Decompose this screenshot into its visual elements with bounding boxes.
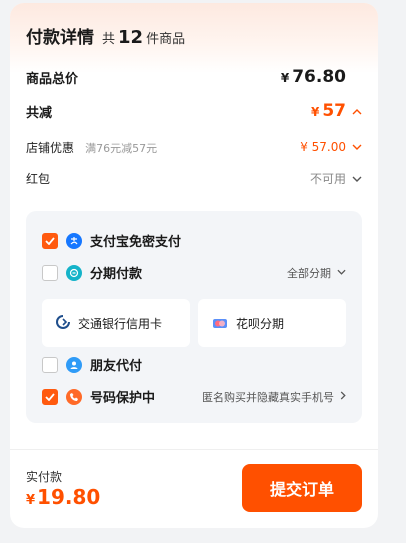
- chevron-down-icon[interactable]: [352, 140, 362, 153]
- total-price-row: 商品总价 ¥76.80: [26, 67, 362, 87]
- actual-pay-label: 实付款: [26, 470, 63, 484]
- payment-option-alipay[interactable]: 支付宝免密支付: [42, 231, 346, 250]
- bocom-icon: [56, 314, 70, 333]
- installment-card-bocom[interactable]: 交通银行信用卡: [42, 299, 190, 347]
- chevron-up-icon[interactable]: [352, 105, 362, 118]
- shop-discount-left: 店铺优惠 满76元减57元: [26, 137, 157, 156]
- alipay-checkbox[interactable]: [42, 232, 58, 249]
- footer-divider: [10, 449, 378, 450]
- installment-checkbox[interactable]: [42, 264, 58, 281]
- total-amount: 76.80: [292, 67, 346, 87]
- item-count: 12: [118, 27, 144, 48]
- shop-discount-row[interactable]: 店铺优惠 满76元减57元 ¥ 57.00: [26, 137, 362, 156]
- chevron-right-icon: [340, 390, 346, 403]
- chevron-down-icon: [337, 267, 346, 278]
- payment-option-installment[interactable]: 分期付款 全部分期: [42, 263, 346, 282]
- phone-protect-checkbox[interactable]: [42, 388, 58, 405]
- friend-pay-checkbox[interactable]: [42, 356, 58, 373]
- phone-protect-detail[interactable]: 匿名购买并隐藏真实手机号: [202, 389, 346, 405]
- installment-icon: [66, 264, 82, 281]
- alipay-icon: [66, 232, 82, 249]
- redpack-right: 不可用: [310, 170, 362, 187]
- total-currency: ¥: [280, 71, 290, 85]
- total-price-value: ¥76.80: [281, 67, 346, 87]
- item-count-prefix: 共: [102, 32, 116, 47]
- bocom-label: 交通银行信用卡: [78, 316, 163, 331]
- friend-pay-icon: [66, 356, 82, 373]
- installment-label: 分期付款: [90, 267, 143, 282]
- submit-order-button[interactable]: 提交订单: [242, 464, 362, 512]
- redpack-label: 红包: [26, 172, 51, 186]
- discount-row[interactable]: 共减 ¥57: [26, 101, 362, 121]
- discount-currency: ¥: [310, 105, 320, 119]
- page-title: 付款详情: [26, 28, 94, 48]
- shop-discount-note: 满76元减57元: [85, 142, 158, 155]
- alipay-label: 支付宝免密支付: [90, 235, 182, 250]
- chevron-down-icon[interactable]: [352, 172, 362, 185]
- shop-discount-right: ¥ 57.00: [300, 140, 362, 154]
- installment-selector-label: 全部分期: [287, 266, 331, 280]
- payment-options-panel: 支付宝免密支付 分期付款 全部分期 交通银行信用卡 花呗分期 朋友代付 号码保护…: [26, 211, 362, 423]
- discount-amount: 57: [322, 101, 346, 121]
- phone-protect-icon: [66, 388, 82, 405]
- payment-option-friend[interactable]: 朋友代付: [42, 355, 346, 374]
- header: 付款详情 共 12 件商品: [26, 23, 185, 48]
- friend-pay-label: 朋友代付: [90, 359, 143, 374]
- shop-discount-value: ¥ 57.00: [300, 139, 346, 154]
- redpack-row[interactable]: 红包 不可用: [26, 170, 362, 187]
- huabei-label: 花呗分期: [236, 316, 285, 331]
- payment-option-phone-protect[interactable]: 号码保护中 匿名购买并隐藏真实手机号: [42, 387, 346, 406]
- phone-protect-note: 匿名购买并隐藏真实手机号: [202, 390, 334, 404]
- actual-pay-value: 19.80: [37, 485, 101, 509]
- total-price-label: 商品总价: [26, 71, 79, 87]
- shop-discount-label: 店铺优惠: [26, 141, 75, 155]
- payment-details-card: 付款详情 共 12 件商品 商品总价 ¥76.80 共减 ¥57 店铺优惠 满7…: [10, 3, 378, 528]
- huabei-icon: [212, 314, 228, 333]
- item-count-suffix: 件商品: [146, 32, 186, 47]
- actual-pay-amount: ¥19.80: [26, 485, 100, 509]
- discount-value: ¥57: [311, 101, 346, 121]
- discount-label: 共减: [26, 105, 53, 121]
- installment-card-huabei[interactable]: 花呗分期: [198, 299, 346, 347]
- installment-selector[interactable]: 全部分期: [287, 265, 346, 281]
- discount-right: ¥57: [311, 101, 362, 121]
- actual-pay-currency: ¥: [26, 493, 36, 508]
- phone-protect-label: 号码保护中: [90, 391, 156, 406]
- redpack-value: 不可用: [309, 172, 346, 186]
